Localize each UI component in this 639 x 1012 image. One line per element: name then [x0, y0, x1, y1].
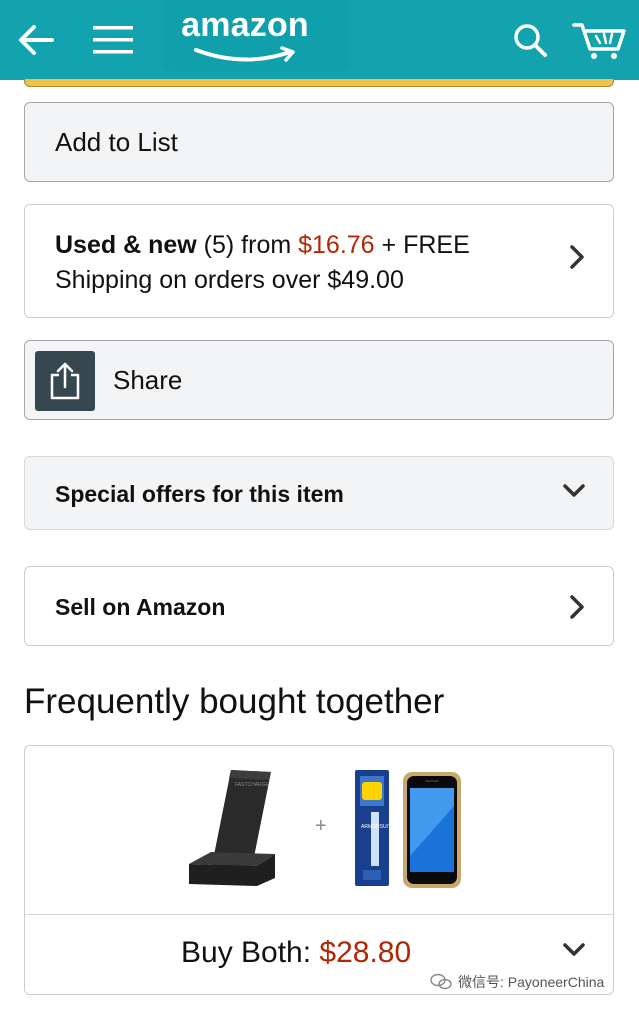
hamburger-menu-icon [93, 26, 133, 54]
buy-both-price: $28.80 [319, 936, 412, 969]
plus-sign: + [315, 815, 327, 837]
share-label: Share [113, 365, 183, 395]
from-text: from [241, 231, 292, 259]
lowest-price: $16.76 [298, 231, 375, 259]
sell-on-amazon-link[interactable]: Sell on Amazon [24, 566, 614, 646]
cart-icon [572, 23, 626, 59]
cart-button[interactable] [566, 0, 632, 80]
chevron-down-icon[interactable] [561, 940, 587, 960]
free-text: + FREE [381, 231, 470, 259]
logo-text: amazon [181, 6, 309, 44]
buy-both-summary[interactable]: Buy Both: $28.80 [181, 936, 411, 970]
section-title: Frequently bought together [24, 682, 445, 721]
chevron-down-icon [561, 481, 587, 501]
frequently-bought-card: FASTCHARGE + ARMORSUIT Buy Both: $28.80 [24, 745, 614, 995]
logo-smile-icon [194, 46, 295, 62]
charger-brand-text: FASTCHARGE [235, 782, 270, 788]
used-and-new-offers[interactable]: Used & new (5) from $16.76 + FREE Shippi… [24, 204, 614, 318]
chevron-right-icon [567, 593, 587, 621]
sell-on-amazon-label: Sell on Amazon [55, 594, 226, 620]
watermark-text: 微信号: PayoneerChina [458, 974, 605, 990]
share-button[interactable]: Share [24, 340, 614, 420]
divider [25, 914, 613, 915]
back-button[interactable] [8, 0, 64, 80]
page: amazon Add to List Used & new (5) from $… [0, 0, 639, 1012]
amazon-logo[interactable]: amazon [164, 0, 348, 70]
shipping-text: Shipping on orders over $49.00 [55, 266, 404, 294]
watermark: 微信号: PayoneerChina [430, 972, 604, 992]
add-to-list-button[interactable]: Add to List [24, 102, 614, 182]
search-button[interactable] [502, 0, 558, 80]
used-new-label: Used & new [55, 231, 197, 259]
offer-count: (5) [203, 231, 235, 259]
add-to-cart-button-edge[interactable] [24, 79, 614, 87]
screen-protector-image[interactable]: ARMORSUIT [355, 770, 391, 886]
back-arrow-icon [19, 25, 54, 55]
chevron-right-icon [567, 243, 587, 271]
protector-brand-text: ARMORSUIT [361, 824, 391, 830]
share-icon [35, 351, 95, 411]
top-nav-bar: amazon [0, 0, 639, 80]
special-offers-expander[interactable]: Special offers for this item [24, 456, 614, 530]
smartphone-image[interactable] [403, 772, 461, 888]
buy-both-label: Buy Both: [181, 936, 312, 969]
add-to-list-label: Add to List [55, 127, 178, 157]
special-offers-label: Special offers for this item [55, 481, 344, 507]
search-icon [514, 24, 547, 57]
menu-button[interactable] [84, 0, 142, 80]
bundle-images[interactable]: FASTCHARGE + ARMORSUIT [25, 746, 615, 914]
wechat-icon [430, 973, 452, 990]
used-new-summary: Used & new (5) from $16.76 + FREE [55, 231, 470, 260]
wireless-charger-image[interactable]: FASTCHARGE [189, 770, 275, 886]
